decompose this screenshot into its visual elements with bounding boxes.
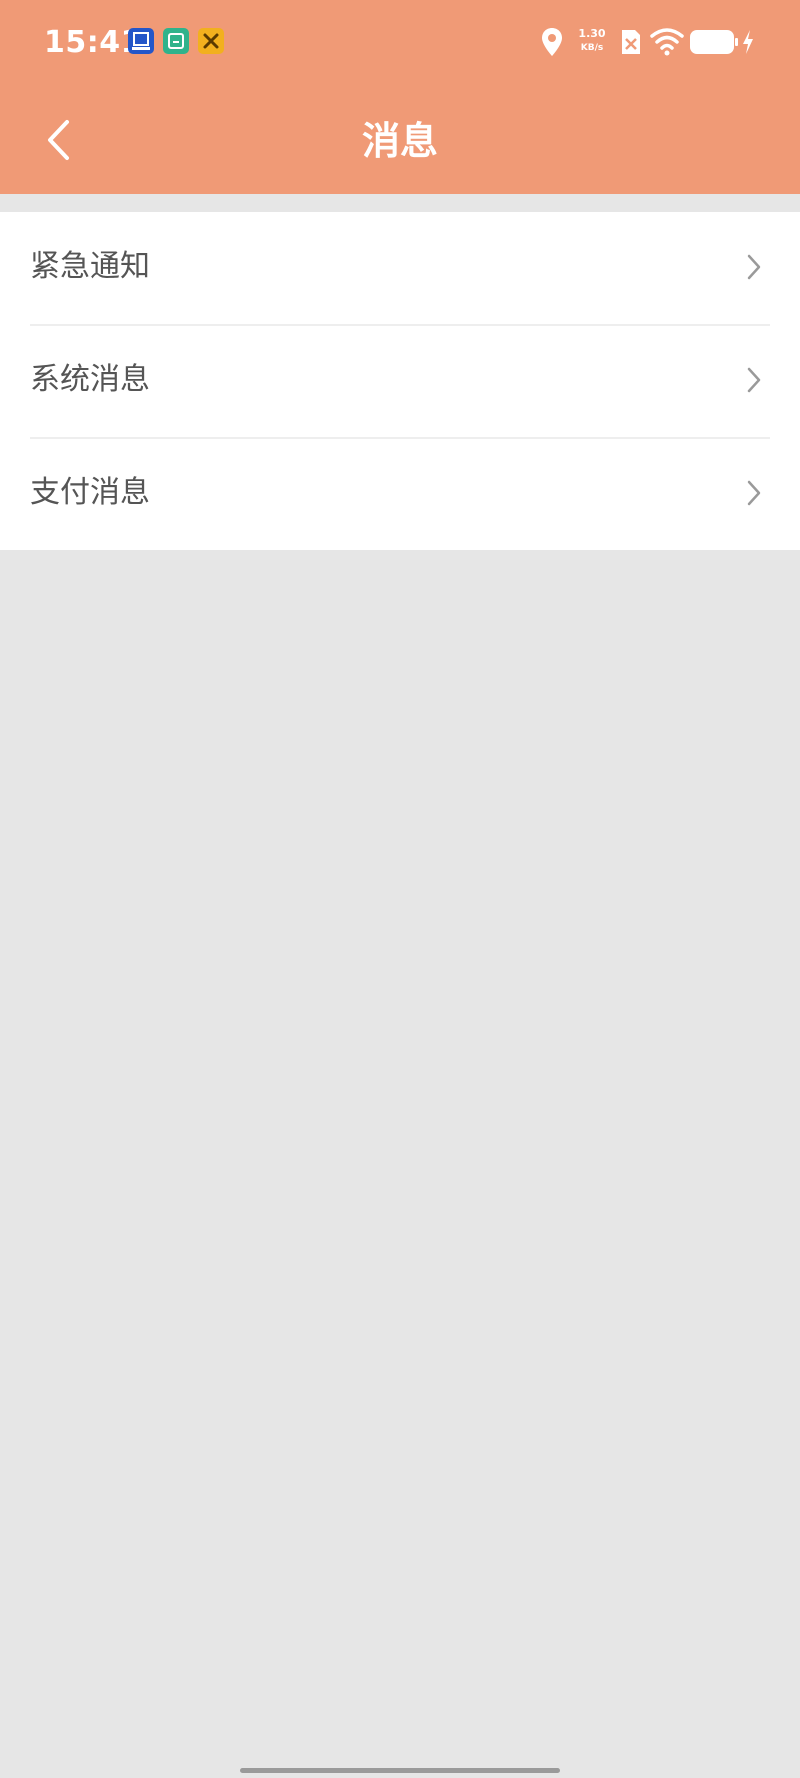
- network-speed-value: 1.30: [578, 27, 606, 40]
- home-indicator[interactable]: [240, 1768, 560, 1773]
- location-icon: [540, 26, 564, 66]
- chevron-right-icon: [747, 480, 761, 506]
- battery-icon: [689, 28, 739, 60]
- nav-bar: 消息: [0, 88, 800, 194]
- network-speed: 1.30 KB/s: [574, 27, 610, 55]
- list-item-label: 系统消息: [30, 362, 150, 397]
- app-header: 15:41 1.30 KB/s 消息: [0, 0, 800, 194]
- wifi-icon: [650, 26, 684, 60]
- app-notification-blue-icon: [128, 28, 154, 54]
- list-item-label: 支付消息: [30, 475, 150, 510]
- network-speed-unit: KB/s: [580, 43, 604, 53]
- sim-icon: [620, 28, 642, 60]
- app-notification-yellow-icon: [198, 28, 224, 54]
- charging-icon: [741, 28, 755, 60]
- list-item-label: 紧急通知: [30, 249, 150, 284]
- list-item-payment-messages[interactable]: 支付消息: [0, 438, 800, 550]
- status-bar: 15:41 1.30 KB/s: [0, 0, 800, 88]
- app-notification-green-icon: [163, 28, 189, 54]
- chevron-right-icon: [747, 254, 761, 280]
- list-item-system-messages[interactable]: 系统消息: [0, 325, 800, 437]
- list-item-urgent-notice[interactable]: 紧急通知: [0, 212, 800, 324]
- chevron-right-icon: [747, 367, 761, 393]
- page-title: 消息: [361, 119, 438, 163]
- message-category-list: 紧急通知 系统消息 支付消息: [0, 212, 800, 550]
